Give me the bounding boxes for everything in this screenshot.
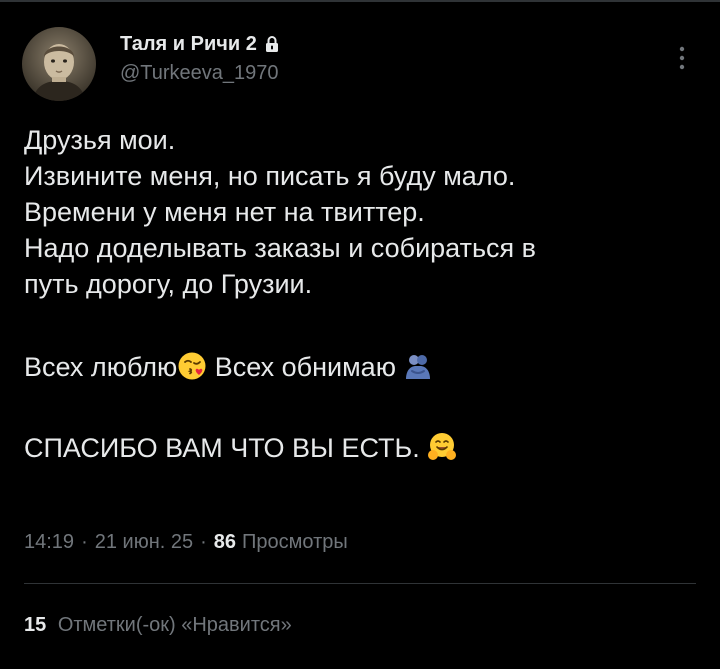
tweet-line: путь дорогу, до Грузии. bbox=[24, 269, 313, 299]
tweet-line: Надо доделывать заказы и собираться в bbox=[24, 233, 536, 263]
avatar-photo bbox=[22, 27, 96, 101]
top-divider bbox=[0, 0, 720, 2]
author-display-name[interactable]: Таля и Ричи 2 bbox=[120, 33, 257, 56]
views-count[interactable]: 86 bbox=[214, 531, 236, 554]
tweet-line: Времени у меня нет на твиттер. bbox=[24, 197, 425, 227]
hugging-face-emoji bbox=[427, 432, 457, 462]
likes-count: 15 bbox=[24, 614, 47, 636]
tweet-line: Всех люблю Всех обнимаю bbox=[24, 349, 704, 385]
lock-icon bbox=[265, 35, 279, 53]
tweet-line: СПАСИБО ВАМ ЧТО ВЫ ЕСТЬ. bbox=[24, 430, 704, 466]
tweet-text-segment: Всех обнимаю bbox=[207, 352, 404, 382]
likes-label: Отметки(-ок) «Нравится» bbox=[57, 614, 292, 636]
meta-separator: · bbox=[200, 531, 207, 553]
name-row: Таля и Ричи 2 bbox=[120, 30, 279, 58]
more-options-button[interactable] bbox=[668, 40, 696, 76]
tweet-text-segment: СПАСИБО ВАМ ЧТО ВЫ ЕСТЬ. bbox=[24, 433, 428, 463]
divider bbox=[24, 583, 696, 584]
tweet-text-segment: Всех люблю bbox=[24, 352, 178, 382]
tweet-line: Извините меня, но писать я буду мало. bbox=[24, 161, 516, 191]
meta-separator: · bbox=[81, 531, 88, 553]
avatar[interactable] bbox=[22, 27, 96, 101]
people-hugging-emoji bbox=[403, 351, 433, 381]
tweet-metadata: 14:19 · 21 июн. 25 · 86 Просмотры bbox=[24, 531, 348, 554]
views-label[interactable]: Просмотры bbox=[242, 531, 348, 554]
tweet-text: Друзья мои. Извините меня, но писать я б… bbox=[24, 122, 704, 466]
more-vertical-icon bbox=[679, 46, 685, 70]
face-blowing-a-kiss-emoji bbox=[177, 351, 207, 381]
tweet-time[interactable]: 14:19 bbox=[24, 531, 74, 554]
author-handle[interactable]: @Turkeeva_1970 bbox=[120, 62, 279, 85]
tweet-author: Таля и Ричи 2 @Turkeeva_1970 bbox=[120, 30, 279, 85]
tweet-line: Друзья мои. bbox=[24, 125, 176, 155]
likes-link[interactable]: 15 Отметки(-ок) «Нравится» bbox=[24, 614, 292, 637]
tweet-date[interactable]: 21 июн. 25 bbox=[95, 531, 193, 554]
